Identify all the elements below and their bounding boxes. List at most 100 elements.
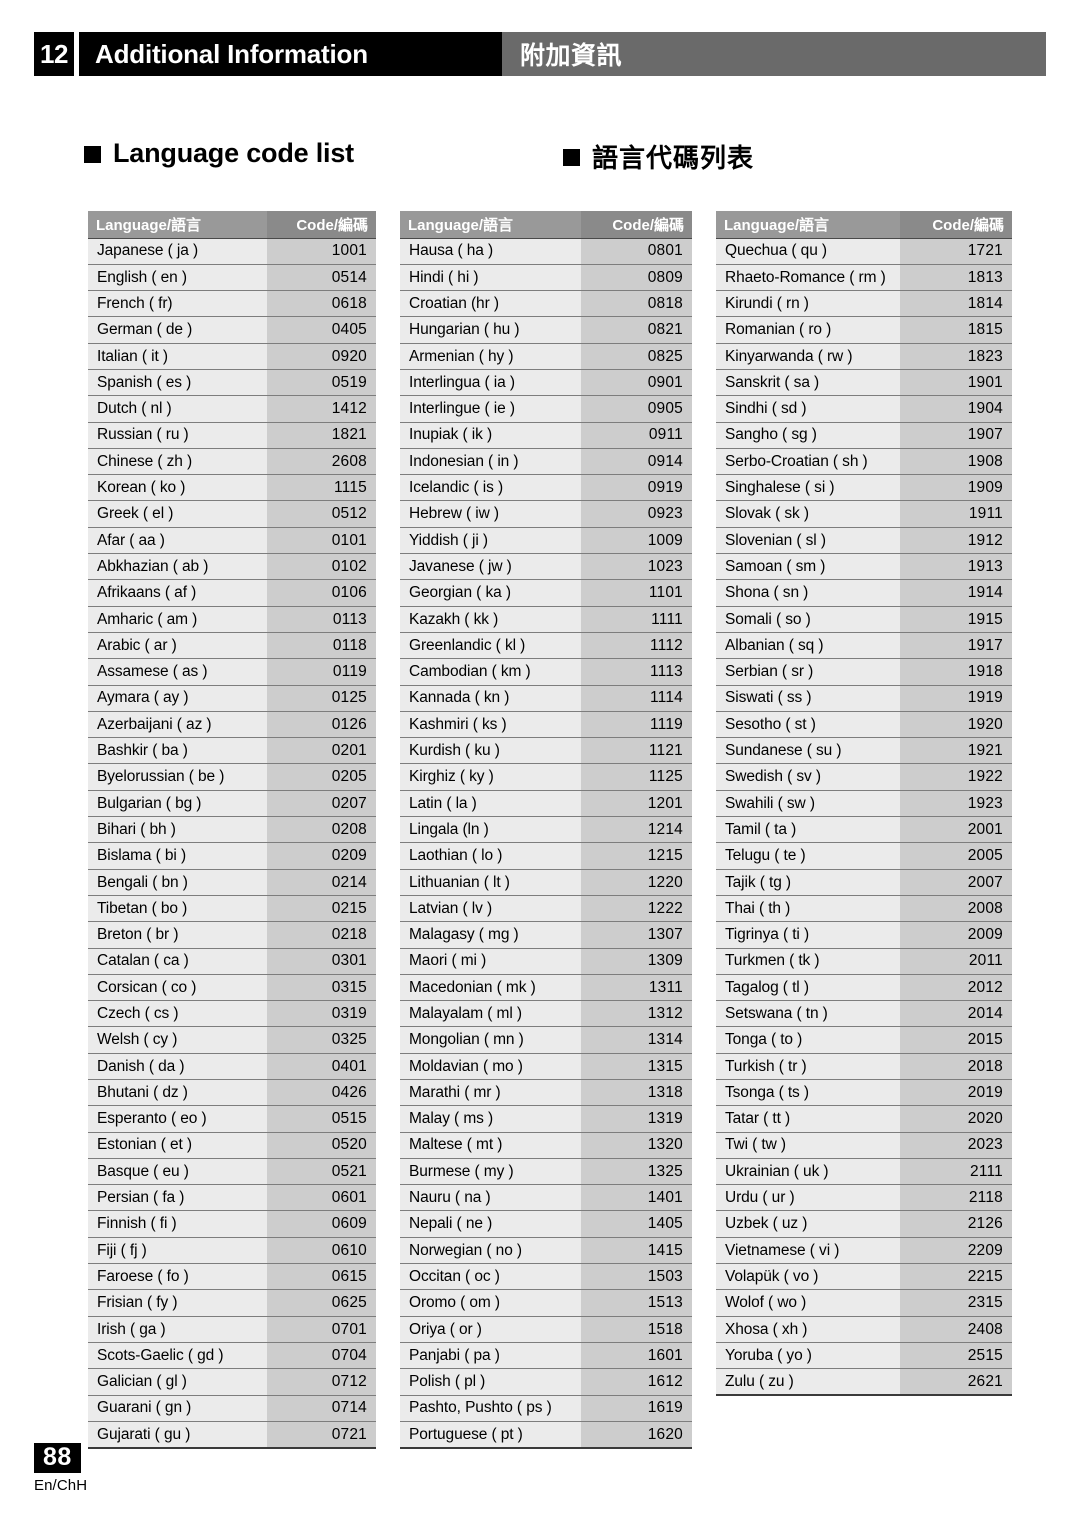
- cell-code: 1314: [581, 1026, 692, 1054]
- cell-language: Kinyarwanda ( rw ): [716, 342, 900, 370]
- cell-code: 2209: [899, 1236, 1012, 1264]
- cell-language: Icelandic ( is ): [400, 474, 582, 501]
- table-row: Nepali ( ne ) 1405: [400, 1210, 692, 1238]
- cell-code: 2023: [899, 1131, 1012, 1159]
- cell-code: 0209: [266, 842, 376, 870]
- cell-code: 1912: [899, 526, 1012, 554]
- cell-language: Cambodian ( km ): [400, 658, 582, 686]
- cell-language: Finnish ( fi ): [88, 1210, 267, 1238]
- cell-code: 2215: [899, 1263, 1012, 1290]
- table-row: Albanian ( sq ) 1917: [716, 631, 1012, 659]
- cell-language: Zulu ( zu ): [716, 1368, 900, 1397]
- cell-language: Persian ( fa ): [88, 1184, 267, 1211]
- cell-code: 0126: [266, 710, 376, 738]
- cell-code: 1112: [581, 631, 692, 659]
- cell-code: 1119: [581, 710, 692, 738]
- cell-code: 1214: [581, 816, 692, 843]
- table-row: Romanian ( ro ) 1815: [716, 316, 1012, 344]
- cell-language: Twi ( tw ): [716, 1131, 900, 1159]
- cell-language: Estonian ( et ): [88, 1131, 267, 1159]
- cell-code: 0901: [581, 368, 692, 396]
- cell-language: Danish ( da ): [88, 1052, 267, 1080]
- table-row: Yiddish ( ji ) 1009: [400, 526, 692, 554]
- table-row: Oromo ( om ) 1513: [400, 1289, 692, 1317]
- cell-code: 2515: [899, 1341, 1012, 1369]
- table-header-row: Language/語言 Code/編碼: [88, 211, 376, 238]
- cell-code: 1917: [899, 631, 1012, 659]
- cell-language: Russian ( ru ): [88, 421, 267, 449]
- table-row: Inupiak ( ik ) 0911: [400, 421, 692, 449]
- cell-code: 1315: [581, 1052, 692, 1080]
- cell-code: 0201: [266, 737, 376, 764]
- table-row: Occitan ( oc ) 1503: [400, 1263, 692, 1290]
- cell-language: Ukrainian ( uk ): [716, 1157, 900, 1185]
- cell-code: 2011: [899, 947, 1012, 975]
- cell-code: 0809: [581, 263, 692, 291]
- table-row: Frisian ( fy ) 0625: [88, 1289, 376, 1317]
- cell-language: French ( fr): [88, 290, 267, 317]
- cell-code: 2012: [899, 973, 1012, 1001]
- cell-language: Vietnamese ( vi ): [716, 1236, 900, 1264]
- table-row: Corsican ( co ) 0315: [88, 973, 376, 1001]
- table-row: Kinyarwanda ( rw ) 1823: [716, 342, 1012, 370]
- cell-code: 1415: [581, 1236, 692, 1264]
- table-row: Assamese ( as ) 0119: [88, 658, 376, 686]
- column-header-code: Code/編碼: [899, 211, 1012, 238]
- cell-code: 0515: [266, 1105, 376, 1133]
- cell-language: Moldavian ( mo ): [400, 1052, 582, 1080]
- cell-language: Marathi ( mr ): [400, 1078, 582, 1106]
- section-heading-chinese-label: 語言代碼列表: [592, 143, 755, 173]
- cell-code: 1513: [581, 1289, 692, 1317]
- cell-language: Yoruba ( yo ): [716, 1341, 900, 1369]
- cell-code: 0208: [266, 816, 376, 843]
- table-row: Ukrainian ( uk ) 2111: [716, 1157, 1012, 1185]
- table-row: Chinese ( zh ) 2608: [88, 447, 376, 475]
- cell-language: Sanskrit ( sa ): [716, 368, 900, 396]
- table-row: Slovak ( sk ) 1911: [716, 500, 1012, 528]
- cell-language: Aymara ( ay ): [88, 684, 267, 712]
- cell-language: Malayalam ( ml ): [400, 1000, 582, 1027]
- table-row: Twi ( tw ) 2023: [716, 1131, 1012, 1159]
- table-row: Afar ( aa ) 0101: [88, 526, 376, 554]
- page-footer: 88 En/ChH: [34, 1443, 87, 1494]
- cell-language: Portuguese ( pt ): [400, 1420, 582, 1449]
- table-row: Amharic ( am ) 0113: [88, 605, 376, 633]
- table-row: Sangho ( sg ) 1907: [716, 421, 1012, 449]
- cell-language: Azerbaijani ( az ): [88, 710, 267, 738]
- cell-language: Breton ( br ): [88, 921, 267, 949]
- table-row: Sanskrit ( sa ) 1901: [716, 368, 1012, 396]
- cell-code: 1405: [581, 1210, 692, 1238]
- cell-language: Sangho ( sg ): [716, 421, 900, 449]
- table-body: Japanese ( ja ) 1001 English ( en ) 0514 Fre…: [88, 237, 376, 1449]
- cell-code: 1503: [581, 1263, 692, 1290]
- cell-code: 1222: [581, 894, 692, 922]
- cell-code: 1601: [581, 1341, 692, 1369]
- cell-code: 1318: [581, 1078, 692, 1106]
- cell-code: 1907: [899, 421, 1012, 449]
- cell-code: 2015: [899, 1026, 1012, 1054]
- cell-code: 0818: [581, 290, 692, 317]
- cell-language: Siswati ( ss ): [716, 684, 900, 712]
- cell-code: 0319: [266, 1000, 376, 1027]
- cell-language: Korean ( ko ): [88, 474, 267, 501]
- table-body: Quechua ( qu ) 1721 Rhaeto-Romance ( rm ) 1…: [716, 237, 1012, 1397]
- table-row: Vietnamese ( vi ) 2209: [716, 1236, 1012, 1264]
- table-row: Czech ( cs ) 0319: [88, 1000, 376, 1027]
- cell-code: 0923: [581, 500, 692, 528]
- cell-language: Kirghiz ( ky ): [400, 763, 582, 791]
- cell-language: Bulgarian ( bg ): [88, 789, 267, 817]
- table-row: Urdu ( ur ) 2118: [716, 1184, 1012, 1211]
- table-row: Latin ( la ) 1201: [400, 789, 692, 817]
- cell-code: 1518: [581, 1315, 692, 1343]
- cell-code: 0512: [266, 500, 376, 528]
- table-row: Malayalam ( ml ) 1312: [400, 1000, 692, 1027]
- cell-code: 2608: [266, 447, 376, 475]
- cell-language: Latin ( la ): [400, 789, 582, 817]
- cell-code: 2111: [899, 1157, 1012, 1185]
- cell-code: 0405: [266, 316, 376, 344]
- cell-language: Amharic ( am ): [88, 605, 267, 633]
- table-row: Slovenian ( sl ) 1912: [716, 526, 1012, 554]
- table-row: Danish ( da ) 0401: [88, 1052, 376, 1080]
- cell-code: 2126: [899, 1210, 1012, 1238]
- cell-language: Oriya ( or ): [400, 1315, 582, 1343]
